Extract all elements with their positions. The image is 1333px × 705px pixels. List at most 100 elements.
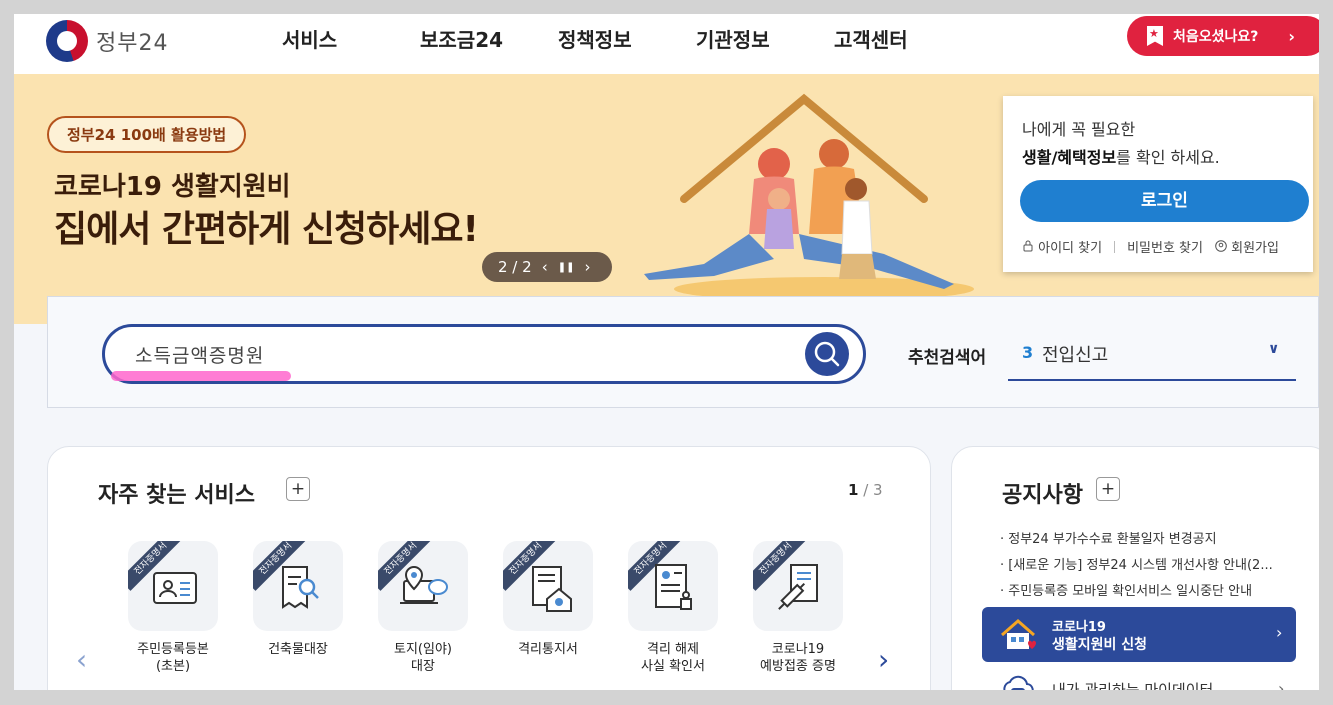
notice-item[interactable]: · 주민등록증 모바일 확인서비스 일시중단 안내 [1000, 579, 1300, 605]
frequent-services-card: 자주 찾는 서비스 + 1 / 3 ‹ 전자증명서 주민등록등본 (초본) 전자… [47, 446, 931, 690]
more-services-plus-icon[interactable]: + [286, 477, 310, 501]
next-slide-icon[interactable]: › [584, 258, 590, 276]
service-item-quarantine-release[interactable]: 전자증명서 격리 해제 사실 확인서 [628, 541, 718, 675]
house-heart-icon [1001, 619, 1036, 649]
find-id-link[interactable]: 아이디 찾기 [1022, 237, 1102, 256]
syringe-icon [778, 564, 818, 610]
main-nav: 서비스 보조금24 정책정보 기관정보 고객센터 [282, 26, 972, 54]
header: 정부24 서비스 보조금24 정책정보 기관정보 고객센터 처음오셨나요? › [14, 14, 1319, 74]
nav-agency[interactable]: 기관정보 [696, 26, 834, 54]
next-arrow-icon[interactable]: › [878, 643, 889, 676]
find-password-link[interactable]: 비밀번호 찾기 [1127, 237, 1203, 256]
search-box[interactable]: 소득금액증명원 [102, 324, 866, 384]
login-panel: 나에게 꼭 필요한 생활/혜택정보를 확인 하세요. 로그인 아이디 찾기 비밀… [1003, 96, 1313, 272]
login-prompt-line1: 나에게 꼭 필요한 [1022, 120, 1136, 139]
login-prompt-rest: 를 확인 하세요. [1116, 148, 1220, 167]
service-label: 주민등록등본 (초본) [137, 642, 209, 674]
services-pager: 1 / 3 [848, 481, 883, 499]
notice-item[interactable]: · 정부24 부가수수료 환불일자 변경공지 [1000, 527, 1300, 553]
prev-slide-icon[interactable]: ‹ [542, 258, 548, 276]
divider [1114, 240, 1116, 253]
recommended-keyword[interactable]: 전입신고 [1042, 341, 1108, 367]
page-current: 1 [848, 481, 859, 499]
slide-counter: 2 / 2 [498, 258, 532, 276]
service-label: 토지(임야) 대장 [394, 642, 452, 674]
document-stamp-icon [655, 564, 692, 610]
cloud-database-icon [1003, 675, 1034, 690]
service-item-vaccination-cert[interactable]: 전자증명서 코로나19 예방접종 증명 [753, 541, 843, 675]
taegeuk-logo-icon [46, 20, 88, 62]
nav-services[interactable]: 서비스 [282, 26, 420, 54]
service-label: 격리 해제 사실 확인서 [641, 642, 705, 674]
first-visit-button[interactable]: 처음오셨나요? › [1127, 16, 1319, 56]
nav-subsidy[interactable]: 보조금24 [420, 26, 558, 54]
recommended-label: 추천검색어 [908, 348, 987, 368]
services-row: 전자증명서 주민등록등본 (초본) 전자증명서 건축물대장 전자증명서 토지(임… [128, 541, 843, 675]
pause-icon[interactable]: ❚❚ [558, 262, 575, 273]
nav-support[interactable]: 고객센터 [834, 26, 972, 54]
first-visit-label: 처음오셨나요? [1173, 29, 1259, 45]
chevron-down-icon[interactable]: ∨ [1268, 341, 1279, 357]
service-tile: 전자증명서 [503, 541, 593, 631]
service-label: 코로나19 예방접종 증명 [760, 642, 836, 674]
bookmark-star-icon [1147, 26, 1163, 46]
nav-policy[interactable]: 정책정보 [558, 26, 696, 54]
login-prompt-line2: 생활/혜택정보를 확인 하세요. [1022, 144, 1220, 168]
prev-arrow-icon[interactable]: ‹ [76, 643, 87, 676]
notice-item-text: 주민등록증 모바일 확인서비스 일시중단 안내 [1008, 584, 1253, 599]
hero-banner[interactable]: 정부24 100배 활용방법 코로나19 생활지원비 집에서 간편하게 신청하세… [14, 74, 1319, 324]
signup-link[interactable]: 회원가입 [1215, 237, 1279, 256]
login-button[interactable]: 로그인 [1020, 180, 1309, 222]
login-prompt-bold: 생활/혜택정보 [1022, 148, 1117, 167]
logo[interactable]: 정부24 [46, 20, 168, 62]
search-section: 소득금액증명원 추천검색어 3 전입신고 ∨ [47, 296, 1319, 408]
slider-control: 2 / 2 ‹ ❚❚ › [482, 252, 612, 282]
house-virus-icon [532, 566, 572, 612]
find-id-label: 아이디 찾기 [1038, 241, 1103, 256]
corona-support-button[interactable]: 코로나19 생활지원비 신청 › [982, 607, 1296, 662]
more-notice-plus-icon[interactable]: + [1096, 477, 1120, 501]
service-tile: 전자증명서 [378, 541, 468, 631]
service-item-land-register[interactable]: 전자증명서 토지(임야) 대장 [378, 541, 468, 675]
banner-subtitle: 코로나19 생활지원비 [54, 172, 291, 202]
search-highlight-mark [111, 371, 291, 381]
page-total: / 3 [863, 481, 883, 499]
page: 정부24 서비스 보조금24 정책정보 기관정보 고객센터 처음오셨나요? › … [14, 14, 1319, 690]
chevron-right-icon[interactable]: › [1278, 679, 1284, 690]
banner-pill[interactable]: 정부24 100배 활용방법 [47, 116, 247, 153]
service-tile: 전자증명서 [253, 541, 343, 631]
service-tile: 전자증명서 [753, 541, 843, 631]
corona-subtitle: 생활지원비 신청 [1052, 637, 1148, 653]
mydata-link[interactable]: 내가 관리하는 마이데이터 [1052, 679, 1213, 690]
notice-title: 공지사항 [1002, 483, 1083, 508]
user-icon [1215, 240, 1227, 252]
notice-list: · 정부24 부가수수료 환불일자 변경공지 · [새로운 기능] 정부24 시… [1000, 527, 1300, 605]
mydata-label: 내가 관리하는 마이데이터 [1052, 681, 1214, 690]
recommended-keyword-select[interactable]: 3 전입신고 ∨ [1008, 333, 1296, 381]
banner-title: 집에서 간편하게 신청하세요! [54, 209, 479, 250]
search-icon [814, 341, 840, 367]
notice-item-text: [새로운 기능] 정부24 시스템 개선사항 안내(2... [1008, 558, 1273, 573]
family-house-illustration [644, 93, 974, 301]
notice-item-text: 정부24 부가수수료 환불일자 변경공지 [1008, 532, 1217, 547]
logo-text: 정부24 [96, 31, 169, 56]
service-label: 격리통지서 [518, 642, 578, 657]
service-tile: 전자증명서 [628, 541, 718, 631]
notice-item[interactable]: · [새로운 기능] 정부24 시스템 개선사항 안내(2... [1000, 553, 1300, 579]
chevron-right-icon: › [1276, 623, 1283, 642]
search-button[interactable] [805, 332, 849, 376]
service-item-resident-registration[interactable]: 전자증명서 주민등록등본 (초본) [128, 541, 218, 675]
frequent-services-title: 자주 찾는 서비스 [98, 483, 255, 508]
id-card-icon [153, 572, 197, 604]
service-item-building-register[interactable]: 전자증명서 건축물대장 [253, 541, 343, 675]
chevron-right-icon: › [1288, 26, 1295, 46]
service-item-quarantine-notice[interactable]: 전자증명서 격리통지서 [503, 541, 593, 675]
signup-label: 회원가입 [1231, 241, 1279, 256]
lock-icon [1023, 240, 1033, 252]
map-pin-laptop-icon [400, 565, 448, 604]
search-input[interactable]: 소득금액증명원 [135, 341, 264, 368]
recommended-rank: 3 [1022, 343, 1034, 362]
login-links: 아이디 찾기 비밀번호 찾기 회원가입 [1022, 237, 1279, 256]
service-label: 건축물대장 [268, 642, 328, 657]
service-tile: 전자증명서 [128, 541, 218, 631]
